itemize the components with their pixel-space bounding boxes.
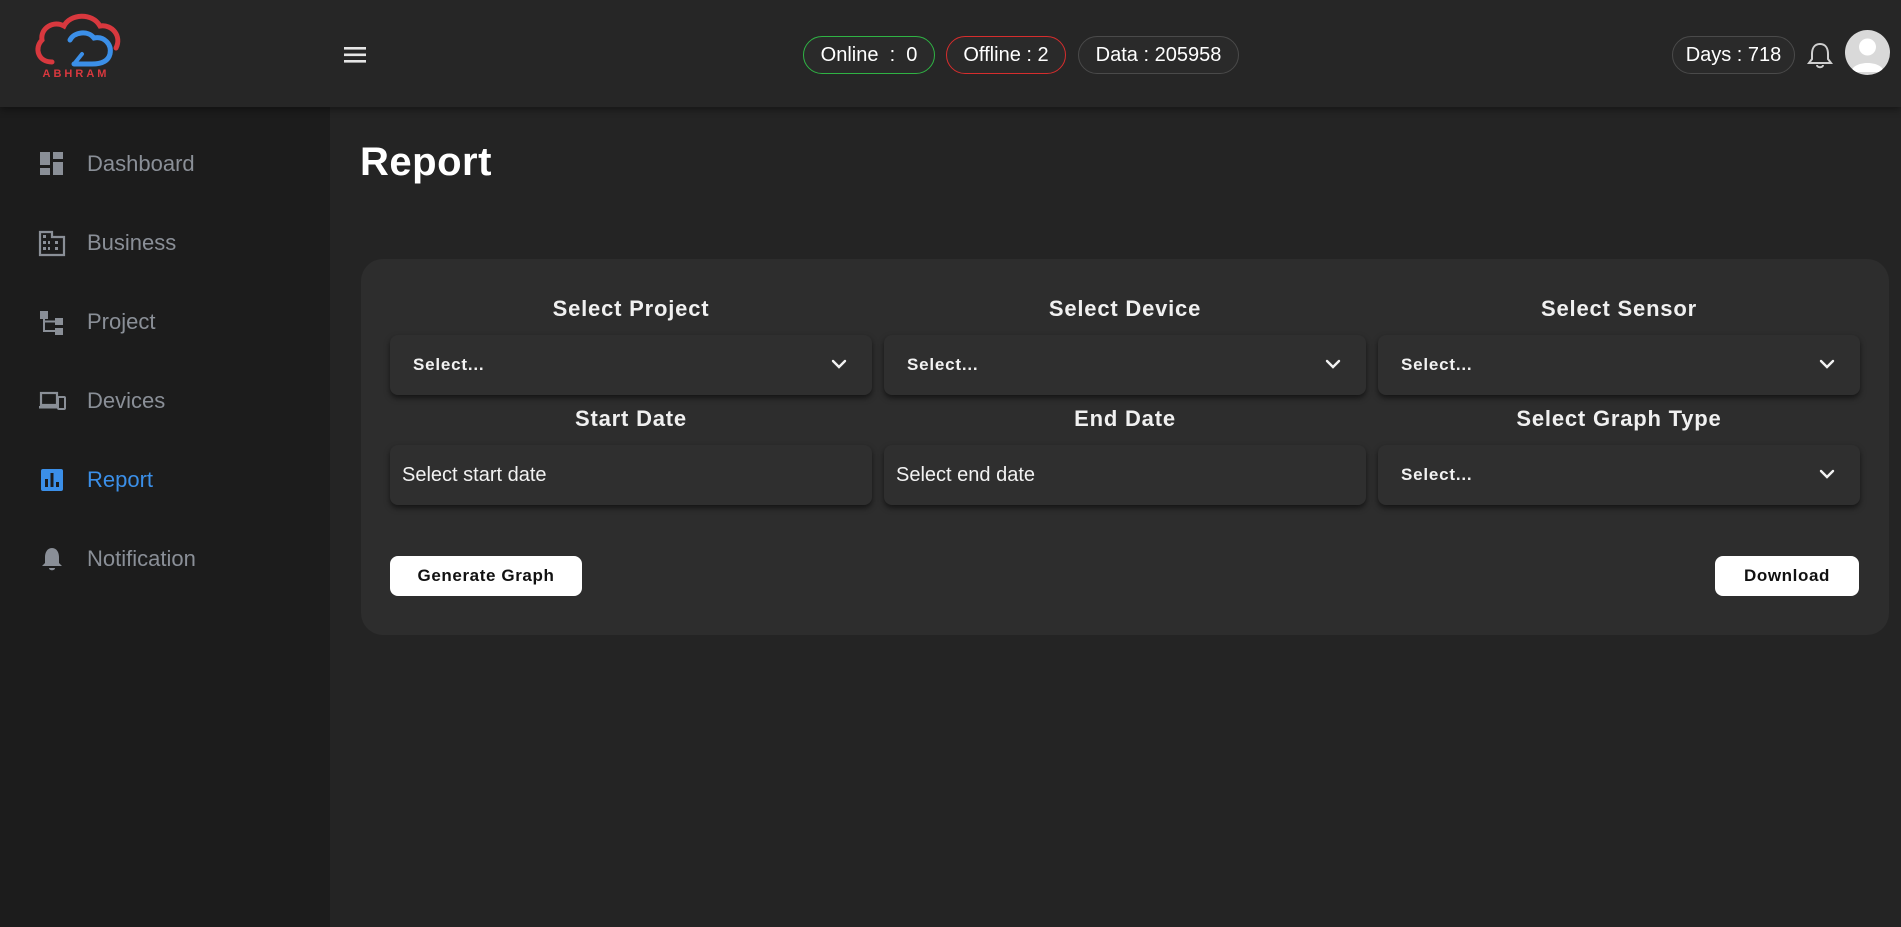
- online-status-badge: Online : 0: [803, 36, 935, 74]
- sidebar-item-label: Report: [87, 467, 154, 492]
- sensor-select[interactable]: Select...: [1378, 335, 1860, 395]
- building-icon: [38, 230, 66, 257]
- end-date-label: End Date: [1074, 406, 1176, 431]
- select-sensor-label: Select Sensor: [1541, 296, 1697, 321]
- select-device-label: Select Device: [1048, 296, 1202, 321]
- chevron-down-icon: [1819, 469, 1835, 479]
- sidebar-item-devices[interactable]: Devices: [0, 371, 330, 431]
- top-bar: ABHRAM Online : 0 Offline : 2 Data : 205…: [0, 0, 1901, 107]
- sidebar-item-label: Project: [87, 309, 156, 334]
- sensor-select-value: Select...: [1401, 355, 1473, 374]
- logo-text: ABHRAM: [42, 68, 110, 80]
- start-date-label: Start Date: [575, 406, 687, 431]
- sidebar-item-dashboard[interactable]: Dashboard: [0, 134, 330, 194]
- devices-icon: [39, 391, 66, 410]
- data-count-badge: Data : 205958: [1078, 36, 1239, 74]
- hierarchy-icon: [40, 311, 63, 335]
- sidebar-item-notification[interactable]: Notification: [0, 529, 330, 589]
- generate-graph-button[interactable]: Generate Graph: [390, 556, 582, 596]
- graph-type-select-value: Select...: [1401, 465, 1473, 484]
- end-date-input[interactable]: [884, 445, 1366, 505]
- chevron-down-icon: [1819, 359, 1835, 369]
- dashboard-icon: [40, 152, 63, 175]
- project-select[interactable]: Select...: [390, 335, 872, 395]
- page-title: Report: [360, 140, 492, 184]
- chevron-down-icon: [831, 359, 847, 369]
- sidebar-item-project[interactable]: Project: [0, 292, 330, 352]
- menu-icon[interactable]: [340, 40, 370, 70]
- download-button[interactable]: Download: [1715, 556, 1859, 596]
- start-date-input[interactable]: [390, 445, 872, 505]
- bar-chart-icon: [41, 469, 63, 491]
- cloud-logo-icon: [35, 13, 121, 67]
- sidebar-item-report[interactable]: Report: [0, 450, 330, 510]
- graph-type-label: Select Graph Type: [1516, 406, 1722, 431]
- offline-status-badge: Offline : 2: [946, 36, 1066, 74]
- device-select-value: Select...: [907, 355, 979, 374]
- brand-logo[interactable]: ABHRAM: [30, 10, 122, 82]
- sidebar-item-label: Notification: [87, 546, 196, 571]
- sidebar-item-label: Business: [87, 230, 177, 255]
- sidebar-item-label: Dashboard: [87, 151, 195, 176]
- bell-icon: [42, 548, 62, 571]
- report-form-panel: Select Project Select Device Select Sens…: [361, 259, 1889, 635]
- avatar-icon: [1851, 38, 1884, 72]
- project-select-value: Select...: [413, 355, 485, 374]
- sidebar-item-label: Devices: [87, 388, 166, 413]
- bell-icon[interactable]: [1806, 40, 1834, 70]
- graph-type-select[interactable]: Select...: [1378, 445, 1860, 505]
- device-select[interactable]: Select...: [884, 335, 1366, 395]
- select-project-label: Select Project: [552, 296, 710, 321]
- user-avatar[interactable]: [1845, 30, 1890, 75]
- chevron-down-icon: [1325, 359, 1341, 369]
- sidebar-item-business[interactable]: Business: [0, 213, 330, 273]
- sidebar: Dashboard Business Project Devices Repor…: [0, 107, 330, 927]
- days-count-badge: Days : 718: [1672, 36, 1795, 74]
